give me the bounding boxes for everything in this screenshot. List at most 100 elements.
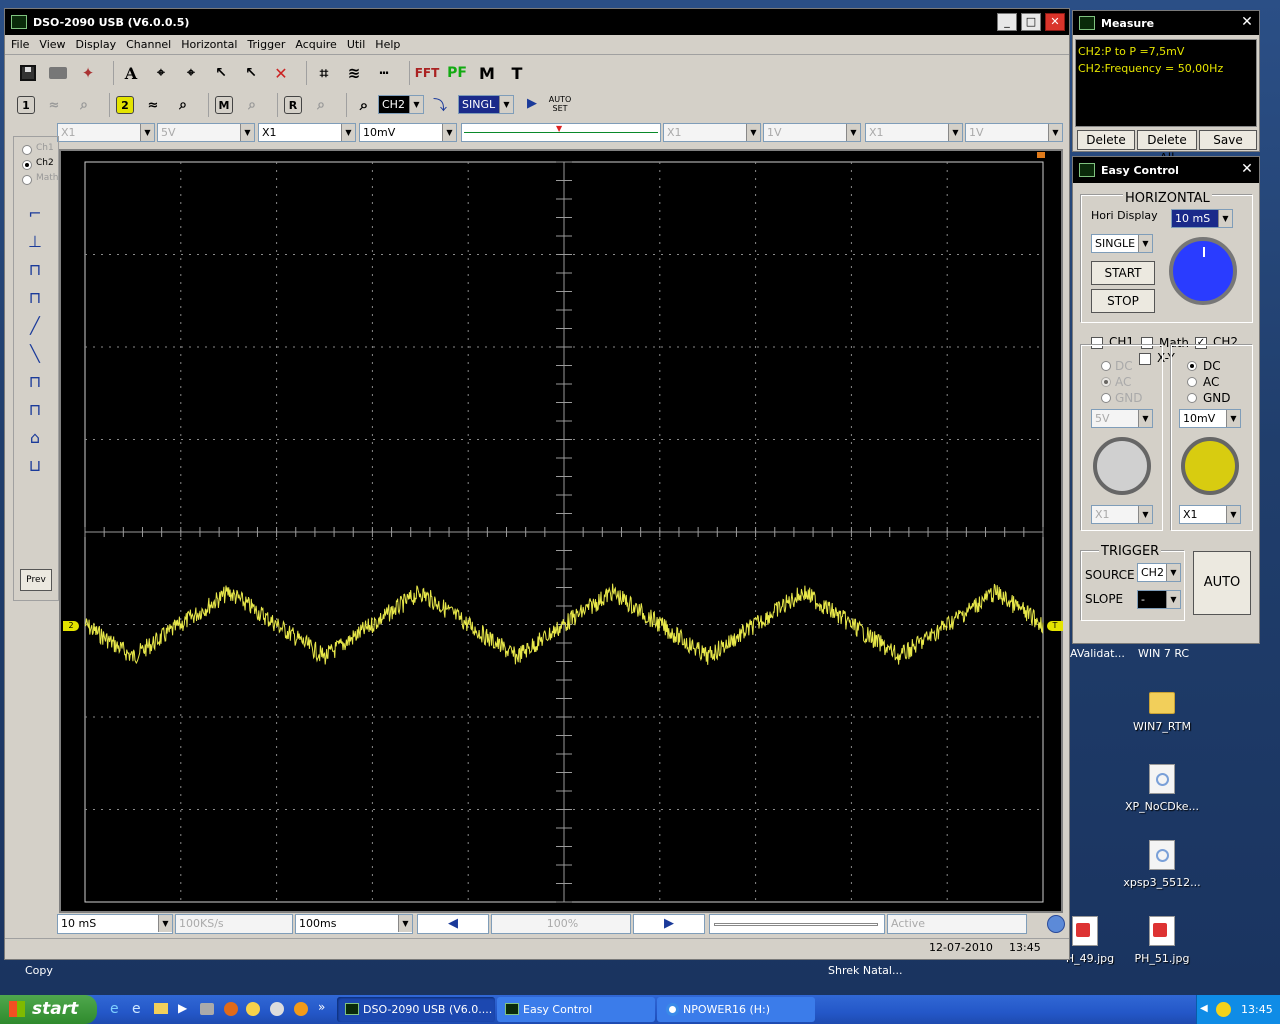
ch1-waveform-icon[interactable]: ≈ xyxy=(43,94,65,116)
record-length-select[interactable]: 100ms ▼ xyxy=(295,914,413,934)
menu-file[interactable]: File xyxy=(11,38,29,51)
scroll-left-button[interactable]: ◀ xyxy=(417,914,489,934)
connect-icon[interactable] xyxy=(1047,915,1065,933)
minimize-button[interactable]: _ xyxy=(997,13,1017,31)
ch2-volts-select[interactable]: 10mV ▼ xyxy=(359,123,457,142)
ch1-dc-radio[interactable] xyxy=(1101,361,1111,371)
ch4-probe-select[interactable]: X1 ▼ xyxy=(865,123,963,142)
mode-select[interactable]: SINGLE ▼ xyxy=(1091,234,1153,253)
folder-quicklaunch-icon[interactable] xyxy=(154,1003,168,1014)
ch1-radio[interactable] xyxy=(22,145,32,155)
auto-trigger-button[interactable]: AUTO xyxy=(1193,551,1251,615)
pulse-width-icon[interactable]: ⊓ xyxy=(24,371,46,393)
zoom-icon[interactable]: ⌕ xyxy=(353,94,375,116)
ch4-volts-select[interactable]: 1V ▼ xyxy=(965,123,1063,142)
ch2-gnd-radio[interactable] xyxy=(1187,393,1197,403)
progress-slider[interactable] xyxy=(709,914,885,934)
acquire-mode-select[interactable]: SINGL ▼ xyxy=(458,95,514,114)
ch2-waveform-icon[interactable]: ≈ xyxy=(142,94,164,116)
ch1-volts-combo[interactable]: 5V ▼ xyxy=(1091,409,1153,428)
ch2-probe-select[interactable]: X1 ▼ xyxy=(258,123,356,142)
menu-display[interactable]: Display xyxy=(76,38,117,51)
cd-icon[interactable] xyxy=(270,1002,284,1016)
trigger-position-slider[interactable]: ▼ xyxy=(461,123,661,142)
save-measure-button[interactable]: Save xyxy=(1199,130,1257,150)
desktop-icon-xpsp3[interactable]: xpsp3_5512... xyxy=(1122,840,1202,889)
menu-help[interactable]: Help xyxy=(375,38,400,51)
ch2-radio[interactable] xyxy=(22,160,32,170)
ch2-toggle-button[interactable]: 2 xyxy=(116,96,134,114)
text-tool-icon[interactable]: A xyxy=(120,62,142,84)
close-button[interactable]: ✕ xyxy=(1045,13,1065,31)
ch3-volts-select[interactable]: 1V ▼ xyxy=(763,123,861,142)
orb-icon[interactable] xyxy=(294,1002,308,1016)
dots-icon[interactable]: ┅ xyxy=(373,62,395,84)
menu-acquire[interactable]: Acquire xyxy=(295,38,336,51)
app-quicklaunch-icon[interactable] xyxy=(200,1003,214,1015)
autoset-button[interactable]: AUTO SET xyxy=(547,95,573,113)
rise-edge-icon[interactable]: ╱ xyxy=(24,315,46,337)
pulse-trigger-icon[interactable]: ⊥ xyxy=(24,231,46,253)
task-easy-control[interactable]: Easy Control xyxy=(497,997,655,1022)
ie2-icon[interactable]: e xyxy=(132,1001,141,1017)
ch1-volts-select[interactable]: 5V ▼ xyxy=(157,123,255,142)
scroll-right-button[interactable]: ▶ xyxy=(633,914,705,934)
settings-icon[interactable]: ✦ xyxy=(77,62,99,84)
task-dso-main[interactable]: DSO-2090 USB (V6.0.... xyxy=(337,997,495,1022)
stop-button[interactable]: STOP xyxy=(1091,289,1155,313)
ch2-offset-marker[interactable]: 2 xyxy=(63,621,79,631)
ch1-toggle-button[interactable]: 1 xyxy=(17,96,35,114)
media-icon[interactable]: ▶ xyxy=(178,1001,187,1015)
pointer-icon[interactable]: ↖ xyxy=(210,62,232,84)
pulse-width-icon[interactable]: ⊓ xyxy=(24,287,46,309)
math-zoom-icon[interactable]: ⌕ xyxy=(241,94,263,116)
run-icon[interactable]: ▶ xyxy=(527,96,537,111)
ch1-volts-knob[interactable] xyxy=(1093,437,1151,495)
alt-trigger-icon[interactable]: ⊔ xyxy=(24,455,46,477)
cursor-trace-icon[interactable]: ⌖ xyxy=(180,62,202,84)
ref-zoom-icon[interactable]: ⌕ xyxy=(310,94,332,116)
desktop-icon-ph51[interactable]: PH_51.jpg xyxy=(1122,916,1202,965)
ch1-zoom-icon[interactable]: ⌕ xyxy=(73,94,95,116)
main-titlebar[interactable]: DSO-2090 USB (V6.0.0.5) xyxy=(5,9,1069,35)
ch1-probe-select[interactable]: X1 ▼ xyxy=(57,123,155,142)
desktop-icon-win7rtm[interactable]: WIN7_RTM xyxy=(1122,688,1202,733)
cursor-off-icon[interactable]: ✕ xyxy=(270,62,292,84)
trigger-source-select[interactable]: CH2 ▼ xyxy=(1137,563,1181,582)
menu-channel[interactable]: Channel xyxy=(126,38,171,51)
ch1-probe-combo[interactable]: X1 ▼ xyxy=(1091,505,1153,524)
easy-control-titlebar[interactable]: Easy Control xyxy=(1073,157,1259,183)
fft-icon[interactable]: FFT xyxy=(415,62,440,84)
ch2-dc-radio[interactable] xyxy=(1187,361,1197,371)
hori-display-select[interactable]: 10 mS ▼ xyxy=(1171,209,1233,228)
measure-close-button[interactable]: ✕ xyxy=(1237,14,1257,32)
maximize-button[interactable]: □ xyxy=(1021,13,1041,31)
delete-button[interactable]: Delete xyxy=(1077,130,1135,150)
trigger-slope-select[interactable]: - ▼ xyxy=(1137,590,1181,609)
trigger-slope-icon[interactable]: ⤵ xyxy=(433,95,447,115)
scope-screen[interactable]: 2 T xyxy=(59,149,1063,913)
task-npower[interactable]: NPOWER16 (H:) xyxy=(657,997,815,1022)
easy-control-close-button[interactable]: ✕ xyxy=(1237,161,1257,179)
measure-icon[interactable]: M xyxy=(476,62,498,84)
ch1-gnd-radio[interactable] xyxy=(1101,393,1111,403)
ie-icon[interactable]: e xyxy=(110,1001,119,1017)
ch1-ac-radio[interactable] xyxy=(1101,377,1111,387)
ref-toggle-button[interactable]: R xyxy=(284,96,302,114)
pointer-cross-icon[interactable]: ↖ xyxy=(240,62,262,84)
smiley-icon[interactable] xyxy=(1216,1002,1231,1017)
tray-clock[interactable]: 13:45 xyxy=(1241,1003,1273,1016)
tray-arrow-icon[interactable]: ◀ xyxy=(1200,1003,1208,1014)
menu-util[interactable]: Util xyxy=(347,38,365,51)
waveform-persist-icon[interactable]: ≋ xyxy=(343,62,365,84)
menu-trigger[interactable]: Trigger xyxy=(247,38,285,51)
math-toggle-button[interactable]: M xyxy=(215,96,233,114)
video-trigger-icon[interactable]: ⌂ xyxy=(24,427,46,449)
trigger-icon[interactable]: T xyxy=(506,62,528,84)
ch2-zoom-icon[interactable]: ⌕ xyxy=(172,94,194,116)
save-icon[interactable] xyxy=(17,62,39,84)
prev-button[interactable]: Prev xyxy=(20,569,52,591)
delete-all-button[interactable]: Delete All xyxy=(1137,130,1197,165)
math-radio[interactable] xyxy=(22,175,32,185)
ch2-probe-combo[interactable]: X1 ▼ xyxy=(1179,505,1241,524)
